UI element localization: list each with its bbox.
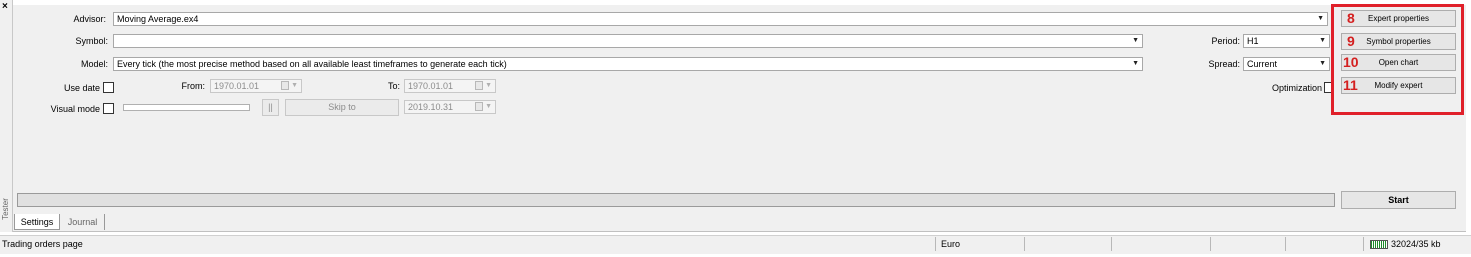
visual-mode-label: Visual mode [50, 104, 100, 114]
annotation-number-11: 11 [1343, 77, 1358, 93]
chevron-down-icon: ▼ [1319, 37, 1326, 44]
button-label: Open chart [1378, 58, 1419, 67]
status-divider [1363, 237, 1364, 251]
spread-value: Current [1247, 59, 1278, 69]
status-divider [935, 237, 936, 251]
tab-settings[interactable]: Settings [14, 214, 60, 230]
status-profile: Euro [941, 239, 961, 249]
chevron-down-icon: ▼ [1317, 15, 1324, 22]
symbol-select[interactable]: ▼ [113, 34, 1143, 48]
advisor-label: Advisor: [73, 14, 106, 24]
pause-button[interactable]: || [262, 99, 279, 116]
tab-journal[interactable]: Journal [61, 214, 105, 230]
status-divider [1210, 237, 1211, 251]
skip-date-value: 2019.10.31 [408, 102, 454, 112]
button-label: Expert properties [1368, 14, 1429, 23]
chevron-down-icon: ▼ [291, 82, 298, 89]
symbol-label: Symbol: [75, 36, 108, 46]
advisor-value: Moving Average.ex4 [117, 14, 199, 24]
spread-select[interactable]: Current ▼ [1243, 57, 1330, 71]
button-label: Modify expert [1374, 81, 1423, 90]
test-progress-bar [17, 193, 1335, 207]
connection-bars-icon [1370, 240, 1388, 249]
from-date-picker[interactable]: 1970.01.01 ▼ [210, 79, 302, 93]
tester-strip-label: Tester [1, 198, 10, 220]
button-label: Symbol properties [1366, 37, 1431, 46]
visual-speed-slider[interactable] [123, 104, 250, 111]
status-divider [1024, 237, 1025, 251]
model-select[interactable]: Every tick (the most precise method base… [113, 57, 1143, 71]
to-label: To: [387, 81, 400, 91]
advisor-select[interactable]: Moving Average.ex4 ▼ [113, 12, 1328, 26]
use-date-label: Use date [63, 83, 100, 93]
period-select[interactable]: H1 ▼ [1243, 34, 1330, 48]
status-bar [0, 235, 1471, 254]
status-traffic: 32024/35 kb [1391, 239, 1441, 249]
annotation-number-10: 10 [1343, 54, 1359, 70]
use-date-checkbox[interactable] [103, 82, 114, 93]
visual-mode-checkbox[interactable] [103, 103, 114, 114]
to-date-picker[interactable]: 1970.01.01 ▼ [404, 79, 496, 93]
chevron-down-icon: ▼ [1319, 60, 1326, 67]
chevron-down-icon: ▼ [1132, 37, 1139, 44]
model-value: Every tick (the most precise method base… [117, 59, 507, 69]
calendar-icon [475, 102, 483, 111]
skip-to-button[interactable]: Skip to [285, 99, 399, 116]
annotation-number-9: 9 [1347, 33, 1355, 49]
period-value: H1 [1247, 36, 1259, 46]
status-divider [1285, 237, 1286, 251]
skip-to-date-picker[interactable]: 2019.10.31 ▼ [404, 100, 496, 114]
status-divider [1111, 237, 1112, 251]
expert-properties-button[interactable]: Expert properties [1341, 10, 1456, 27]
calendar-icon [475, 81, 483, 90]
tab-bar [13, 214, 1466, 232]
start-button[interactable]: Start [1341, 191, 1456, 209]
spread-label: Spread: [1208, 59, 1240, 69]
period-label: Period: [1211, 36, 1240, 46]
calendar-icon [281, 81, 289, 90]
optimization-label: Optimization [1271, 83, 1322, 93]
chevron-down-icon: ▼ [485, 103, 492, 110]
chevron-down-icon: ▼ [485, 82, 492, 89]
from-label: From: [181, 81, 206, 91]
close-icon[interactable]: × [2, 2, 8, 12]
optimization-checkbox[interactable] [1324, 82, 1331, 93]
status-text: Trading orders page [2, 239, 83, 249]
from-date-value: 1970.01.01 [214, 81, 260, 91]
modify-expert-button[interactable]: Modify expert [1341, 77, 1456, 94]
symbol-properties-button[interactable]: Symbol properties [1341, 33, 1456, 50]
to-date-value: 1970.01.01 [408, 81, 454, 91]
chevron-down-icon: ▼ [1132, 60, 1139, 67]
annotation-number-8: 8 [1347, 10, 1355, 26]
model-label: Model: [80, 59, 108, 69]
